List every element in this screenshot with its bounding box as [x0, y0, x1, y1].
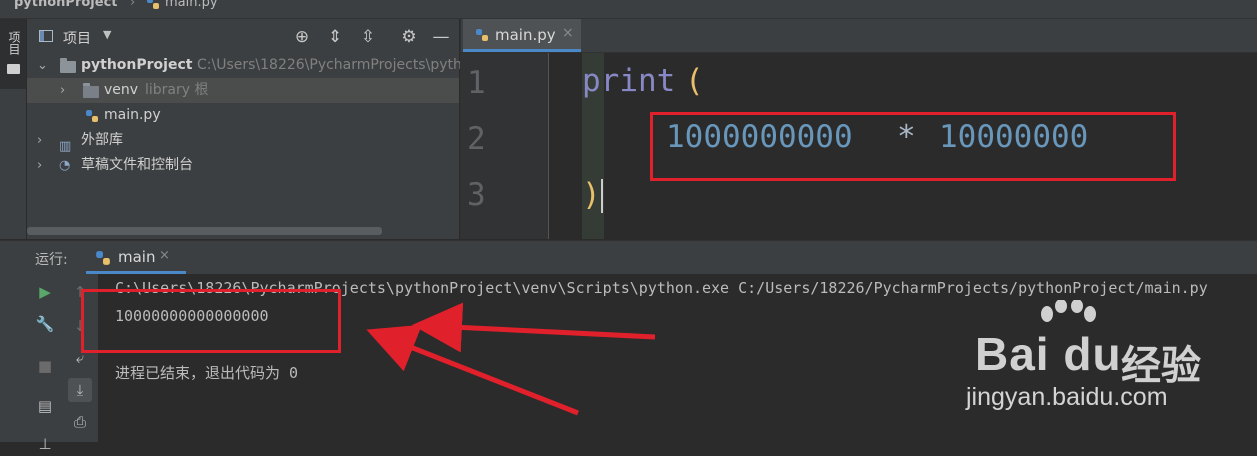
- watermark-url: jingyan.baidu.com: [966, 383, 1168, 411]
- watermark-brand: Bai du: [975, 328, 1122, 380]
- baidu-jingyan-watermark: Bai du 经验 jingyan.baidu.com: [966, 300, 1255, 435]
- arrow-lower: [366, 324, 579, 416]
- arrow-upper: [412, 302, 656, 353]
